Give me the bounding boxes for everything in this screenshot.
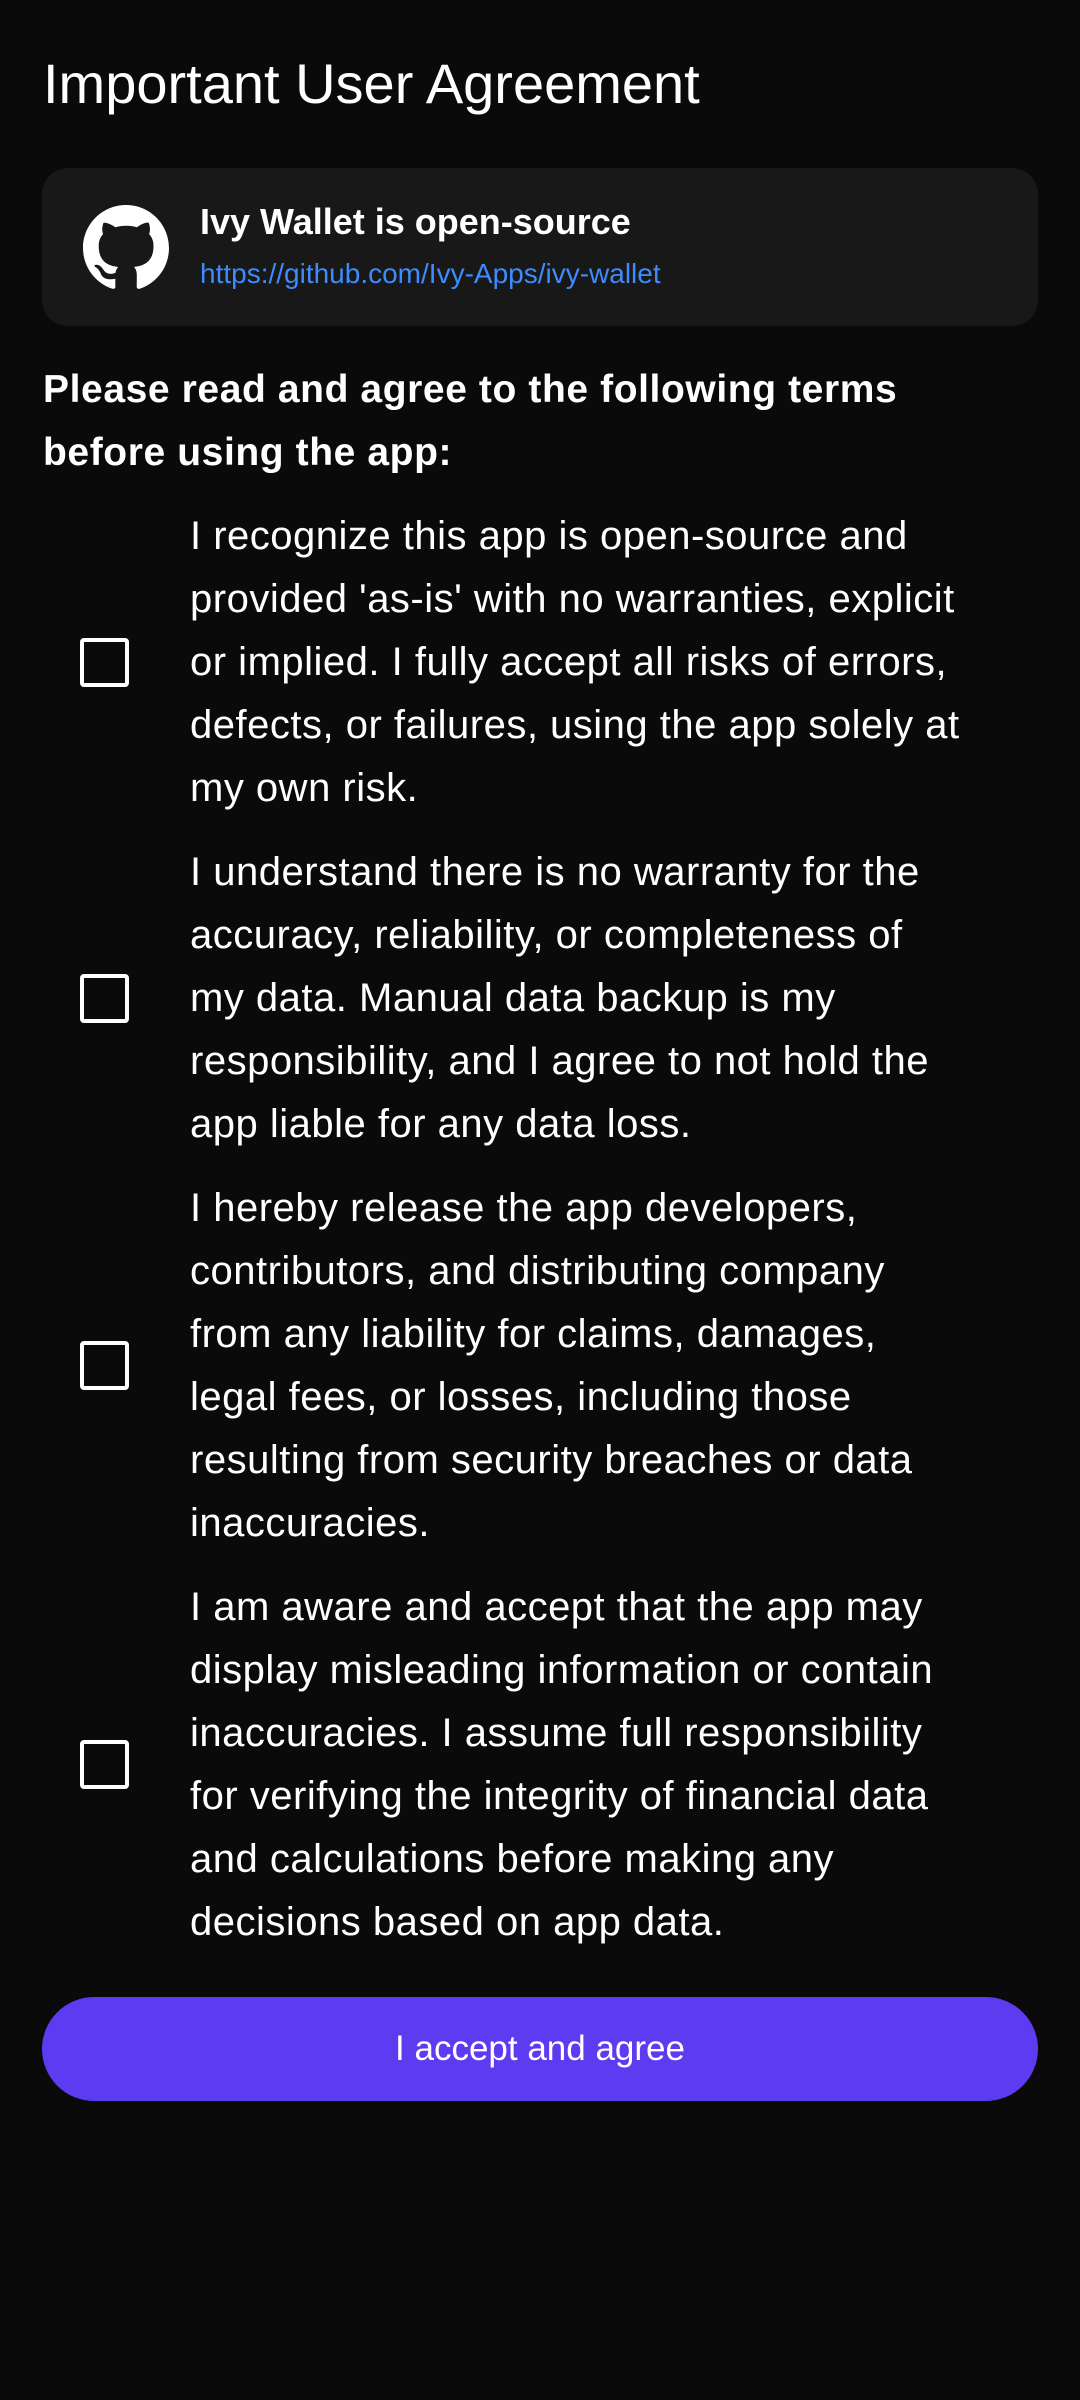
term-2-checkbox[interactable] [80, 974, 129, 1023]
open-source-card[interactable]: Ivy Wallet is open-source https://github… [42, 168, 1038, 326]
page-title: Important User Agreement [43, 52, 700, 115]
github-icon [83, 205, 169, 291]
term-item-4: I am aware and accept that the app may d… [0, 1576, 1080, 1956]
accept-button[interactable]: I accept and agree [42, 1997, 1038, 2101]
term-1-checkbox[interactable] [80, 638, 129, 687]
github-link[interactable]: https://github.com/Ivy-Apps/ivy-wallet [200, 256, 661, 292]
term-1-text: I recognize this app is open-source and … [190, 514, 960, 810]
term-3-checkbox[interactable] [80, 1341, 129, 1390]
term-item-3: I hereby release the app developers, con… [0, 1177, 1080, 1557]
term-4-checkbox[interactable] [80, 1740, 129, 1789]
term-4-text: I am aware and accept that the app may d… [190, 1585, 934, 1944]
agreement-intro: Please read and agree to the following t… [43, 368, 898, 474]
open-source-title: Ivy Wallet is open-source [200, 201, 631, 242]
term-2-text: I understand there is no warranty for th… [190, 850, 929, 1146]
term-item-2: I understand there is no warranty for th… [0, 841, 1080, 1161]
term-item-1: I recognize this app is open-source and … [0, 505, 1080, 825]
term-3-text: I hereby release the app developers, con… [190, 1186, 913, 1545]
